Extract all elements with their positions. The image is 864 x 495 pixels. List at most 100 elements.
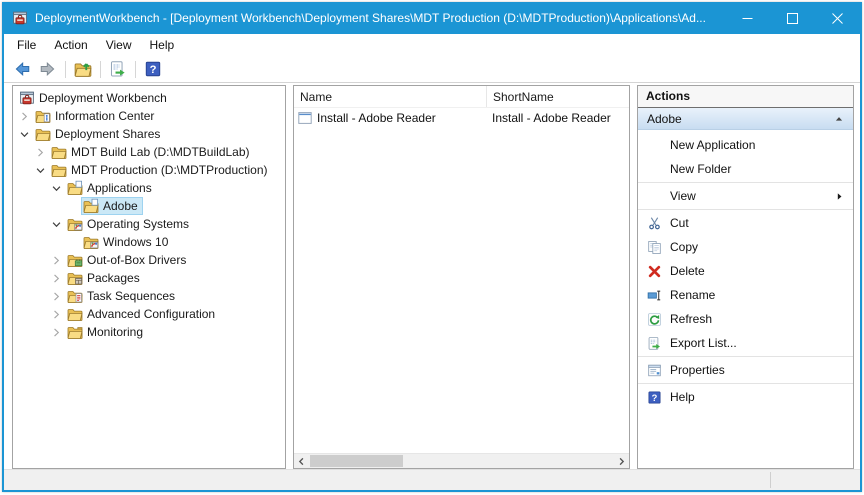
action-refresh[interactable]: Refresh [638,307,853,331]
tree-item-out-of-box-drivers[interactable]: Out-of-Box Drivers [13,251,285,269]
export-list-button[interactable] [105,58,131,80]
action-view[interactable]: View [638,184,853,208]
tree-item-label: Information Center [55,109,154,123]
tree-item-mdt-production-d-mdtproduction[interactable]: MDT Production (D:\MDTProduction) [13,161,285,179]
window-title: DeploymentWorkbench - [Deployment Workbe… [35,11,725,25]
actions-group-adobe[interactable]: Adobe [638,108,853,130]
tree-item-content: Task Sequences [65,287,180,305]
tree-item-deployment-shares[interactable]: Deployment Shares [13,125,285,143]
status-section [771,470,860,490]
chevron-expanded-icon[interactable] [49,217,63,231]
help-button[interactable]: ? [140,58,166,80]
chevron-collapsed-icon[interactable] [17,109,31,123]
close-button[interactable] [815,2,860,34]
tree-item-content: Applications [65,179,157,197]
action-label: View [670,189,696,203]
tree-item-content: Packages [65,269,145,287]
tree-item-content: MDT Build Lab (D:\MDTBuildLab) [49,143,255,161]
action-new-folder[interactable]: New Folder [638,157,853,181]
action-label: Help [670,390,695,404]
chevron-expanded-icon[interactable] [17,127,31,141]
folder-app-icon [83,198,99,214]
action-properties[interactable]: Properties [638,358,853,382]
menu-view[interactable]: View [97,36,141,54]
folder-info-icon [35,108,51,124]
action-label: Delete [670,264,705,278]
tree-item-adobe[interactable]: Adobe [13,197,285,215]
chevron-collapsed-icon[interactable] [49,253,63,267]
forward-button[interactable] [35,58,61,80]
menu-help[interactable]: Help [141,36,184,54]
action-export-list[interactable]: Export List... [638,331,853,355]
tree-item-advanced-configuration[interactable]: Advanced Configuration [13,305,285,323]
menu-file[interactable]: File [8,36,45,54]
mmc-console-icon [19,90,35,106]
back-icon [13,60,31,78]
tree-item-mdt-build-lab-d-mdtbuildlab[interactable]: MDT Build Lab (D:\MDTBuildLab) [13,143,285,161]
tree-item-content: Adobe [81,197,143,215]
tree-item-label: Windows 10 [103,235,168,249]
tree-item-content: Out-of-Box Drivers [65,251,191,269]
action-copy[interactable]: Copy [638,235,853,259]
scroll-right-button[interactable] [614,454,629,469]
properties-icon [646,363,662,378]
minimize-button[interactable] [725,2,770,34]
indent-spacer [65,199,79,213]
action-help[interactable]: ? Help [638,385,853,409]
chevron-collapsed-icon[interactable] [49,271,63,285]
back-button[interactable] [9,58,35,80]
tree-item-information-center[interactable]: Information Center [13,107,285,125]
collapse-up-icon[interactable] [834,114,844,124]
scrollbar-track[interactable] [309,454,614,468]
tree-item-content: Windows 10 [81,233,173,251]
refresh-icon [646,312,662,327]
tree-item-task-sequences[interactable]: Task Sequences [13,287,285,305]
action-rename[interactable]: Rename [638,283,853,307]
tree-item-windows-10[interactable]: Windows 10 [13,233,285,251]
tree-item-label: MDT Production (D:\MDTProduction) [71,163,268,177]
console-tree-pane: Deployment Workbench Information Center De… [12,85,286,469]
action-label: New Application [670,138,755,152]
maximize-button[interactable] [770,2,815,34]
tree-item-content: Deployment Workbench [17,89,172,107]
action-new-application[interactable]: New Application [638,133,853,157]
svg-text:?: ? [651,392,657,402]
action-label: New Folder [670,162,731,176]
tree-item-operating-systems[interactable]: Operating Systems [13,215,285,233]
chevron-collapsed-icon[interactable] [49,289,63,303]
tree-item-packages[interactable]: Packages [13,269,285,287]
results-pane: Name ShortName Install - Adobe ReaderIns… [293,85,630,469]
folder-os-icon [83,234,99,250]
scroll-left-button[interactable] [294,454,309,469]
tree-item-content: Monitoring [65,323,148,341]
list-row-install-adobe-reader[interactable]: Install - Adobe ReaderInstall - Adobe Re… [294,108,629,128]
tree-item-content: Information Center [33,107,159,125]
title-bar: DeploymentWorkbench - [Deployment Workbe… [4,2,860,34]
tree-item-monitoring[interactable]: Monitoring [13,323,285,341]
minimize-icon [742,13,753,24]
tree-item-content: Advanced Configuration [65,305,220,323]
folder-icon [51,162,67,178]
chevron-expanded-icon[interactable] [49,181,63,195]
up-one-level-button[interactable] [70,58,96,80]
chevron-collapsed-icon[interactable] [49,325,63,339]
tree-item-applications[interactable]: Applications [13,179,285,197]
scrollbar-thumb[interactable] [310,455,403,467]
column-header-shortname[interactable]: ShortName [486,86,629,107]
tree-item-label: Out-of-Box Drivers [87,253,186,267]
action-cut[interactable]: Cut [638,211,853,235]
maximize-icon [787,13,798,24]
actions-separator [638,356,853,357]
chevron-collapsed-icon[interactable] [49,307,63,321]
action-delete[interactable]: Delete [638,259,853,283]
chevron-collapsed-icon[interactable] [33,145,47,159]
menu-action[interactable]: Action [45,36,96,54]
tree-item-deployment-workbench[interactable]: Deployment Workbench [13,89,285,107]
mmc-console-icon [12,10,28,26]
column-header-name[interactable]: Name [294,86,486,107]
tree-item-label: Operating Systems [87,217,189,231]
folder-icon [35,126,51,142]
horizontal-scrollbar[interactable] [294,453,629,468]
chevron-expanded-icon[interactable] [33,163,47,177]
forward-icon [39,60,57,78]
